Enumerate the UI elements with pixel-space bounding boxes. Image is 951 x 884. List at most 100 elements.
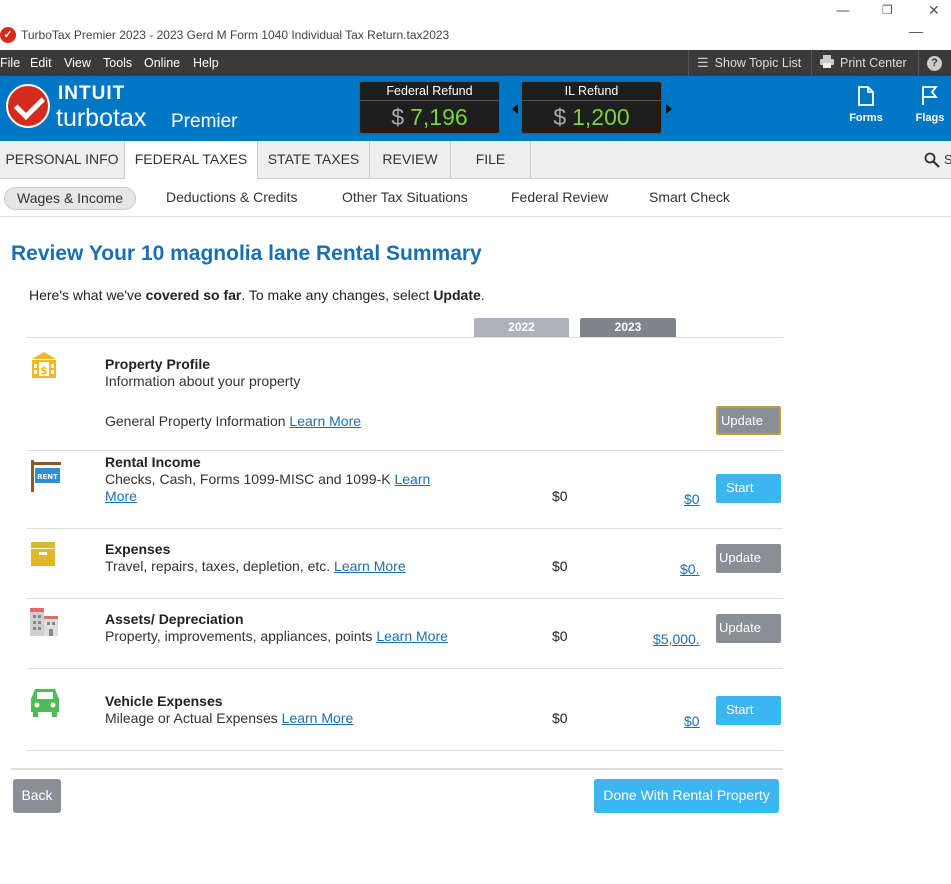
menu-view[interactable]: View <box>64 56 91 70</box>
close-button[interactable]: ✕ <box>928 3 940 19</box>
rental-income-2023-value[interactable]: $0 <box>684 491 700 507</box>
refund-next-arrow-icon[interactable] <box>666 104 672 114</box>
rental-income-title: Rental Income <box>105 454 201 470</box>
turbotax-logo-icon <box>6 84 50 128</box>
rental-income-desc-text: Checks, Cash, Forms 1099-MISC and 1099-K <box>105 471 395 487</box>
list-icon: ☰ <box>697 55 709 70</box>
show-topic-list-label: Show Topic List <box>714 56 802 70</box>
learn-more-link[interactable]: Learn More <box>376 628 448 644</box>
expenses-2023-value[interactable]: $0. <box>680 561 699 577</box>
property-profile-desc: Information about your property <box>105 373 301 389</box>
subtab-wages-income[interactable]: Wages & Income <box>4 187 137 210</box>
federal-refund-value: $7,196 <box>360 104 499 131</box>
svg-text:$: $ <box>40 364 48 377</box>
menu-edit[interactable]: Edit <box>30 56 52 70</box>
assets-2023-value[interactable]: $5,000. <box>653 631 700 647</box>
vehicle-title: Vehicle Expenses <box>105 693 223 709</box>
menu-file[interactable]: File <box>0 56 20 70</box>
subtab-deductions-credits[interactable]: Deductions & Credits <box>154 187 310 210</box>
brand-turbotax: turbotax <box>56 104 147 132</box>
intro-bold-covered: covered so far <box>145 287 242 303</box>
search-label-partial[interactable]: S <box>944 152 951 167</box>
property-profile-title: Property Profile <box>105 356 211 372</box>
menu-bar: File Edit View Tools Online Help ☰ Show … <box>0 50 951 76</box>
flags-button[interactable]: Flags <box>905 86 951 124</box>
window-controls: — ❐ ✕ <box>0 0 951 22</box>
assets-desc: Property, improvements, appliances, poin… <box>105 628 448 645</box>
learn-more-link[interactable]: Learn More <box>334 558 406 574</box>
vehicle-start-button[interactable]: Start <box>716 696 781 725</box>
expenses-title: Expenses <box>105 541 171 557</box>
state-amount: 1,200 <box>572 104 630 130</box>
document-icon <box>858 86 874 106</box>
subtab-federal-review[interactable]: Federal Review <box>499 187 620 210</box>
turbotax-check-icon: ✓ <box>0 27 16 43</box>
vehicle-2022-value: $0 <box>552 710 568 726</box>
divider <box>27 450 783 451</box>
vehicle-desc-text: Mileage or Actual Expenses <box>105 710 282 726</box>
property-profile-update-button[interactable]: Update <box>716 406 781 435</box>
assets-title: Assets/ Depreciation <box>105 611 244 627</box>
inner-minimize-button[interactable]: — <box>909 23 923 39</box>
tab-federal-taxes[interactable]: FEDERAL TAXES <box>125 141 258 180</box>
tab-review[interactable]: REVIEW <box>370 141 451 179</box>
refund-prev-arrow-icon[interactable] <box>512 104 518 114</box>
intro-bold-update: Update <box>433 287 481 303</box>
year-header-2022: 2022 <box>474 318 569 337</box>
intro-end: . <box>480 287 485 303</box>
federal-amount: 7,196 <box>410 104 468 130</box>
done-with-rental-property-button[interactable]: Done With Rental Property <box>594 779 779 813</box>
subtab-smart-check[interactable]: Smart Check <box>637 187 742 210</box>
back-button[interactable]: Back <box>13 779 61 813</box>
forms-label: Forms <box>849 112 883 124</box>
rental-income-start-button[interactable]: Start <box>716 474 781 503</box>
subtab-other-tax-situations[interactable]: Other Tax Situations <box>330 187 480 210</box>
learn-more-link[interactable]: Learn More <box>289 413 361 429</box>
tab-file[interactable]: FILE <box>451 141 531 179</box>
state-refund-meter[interactable]: IL Refund $1,200 <box>521 81 662 134</box>
federal-refund-meter[interactable]: Federal Refund $7,196 <box>359 81 500 134</box>
divider <box>27 337 783 338</box>
assets-desc-text: Property, improvements, appliances, poin… <box>105 628 377 644</box>
vehicle-2023-value[interactable]: $0 <box>684 713 700 729</box>
learn-more-link[interactable]: Learn <box>394 471 430 487</box>
print-center-button[interactable]: Print Center <box>811 50 918 76</box>
menu-online[interactable]: Online <box>144 56 180 70</box>
menu-tools[interactable]: Tools <box>103 56 132 70</box>
year-header-2023: 2023 <box>580 318 676 337</box>
app-header: INTUIT turbotax Premier Federal Refund $… <box>0 76 951 141</box>
menu-help[interactable]: Help <box>193 56 219 70</box>
expenses-desc-text: Travel, repairs, taxes, depletion, etc. <box>105 558 335 574</box>
rental-income-2022-value: $0 <box>552 488 568 504</box>
footer-divider <box>11 768 783 770</box>
show-topic-list-button[interactable]: ☰ Show Topic List <box>688 50 811 76</box>
rent-sign-icon: RENT <box>31 460 61 492</box>
assets-update-button[interactable]: Update <box>716 614 781 643</box>
learn-more-link-continued[interactable]: More <box>105 488 137 504</box>
help-button[interactable]: ? <box>918 50 951 76</box>
print-center-label: Print Center <box>840 56 907 70</box>
forms-button[interactable]: Forms <box>841 86 891 124</box>
car-icon <box>31 689 59 717</box>
brand-edition: Premier <box>171 111 238 132</box>
window-title: TurboTax Premier 2023 - 2023 Gerd M Form… <box>21 28 450 42</box>
file-box-icon <box>31 542 55 566</box>
state-refund-value: $1,200 <box>522 104 661 131</box>
brand-intuit: INTUIT <box>58 83 126 104</box>
federal-refund-label: Federal Refund <box>360 82 499 101</box>
rental-income-desc: Checks, Cash, Forms 1099-MISC and 1099-K… <box>105 471 465 505</box>
intro-text: Here's what we've covered so far. To mak… <box>29 287 485 303</box>
tab-state-taxes[interactable]: STATE TAXES <box>258 141 370 179</box>
expenses-2022-value: $0 <box>552 558 568 574</box>
main-tabs: PERSONAL INFO FEDERAL TAXES STATE TAXES … <box>0 141 951 180</box>
building-money-icon: $ <box>32 352 56 378</box>
restore-button[interactable]: ❐ <box>882 3 893 17</box>
search-icon[interactable] <box>924 152 940 168</box>
state-refund-label: IL Refund <box>522 82 661 101</box>
tab-personal-info[interactable]: PERSONAL INFO <box>0 141 125 179</box>
learn-more-link[interactable]: Learn More <box>282 710 354 726</box>
expenses-update-button[interactable]: Update <box>716 544 781 573</box>
title-bar: ✓ TurboTax Premier 2023 - 2023 Gerd M Fo… <box>0 22 951 50</box>
divider <box>27 528 783 529</box>
minimize-button[interactable]: — <box>836 3 850 19</box>
